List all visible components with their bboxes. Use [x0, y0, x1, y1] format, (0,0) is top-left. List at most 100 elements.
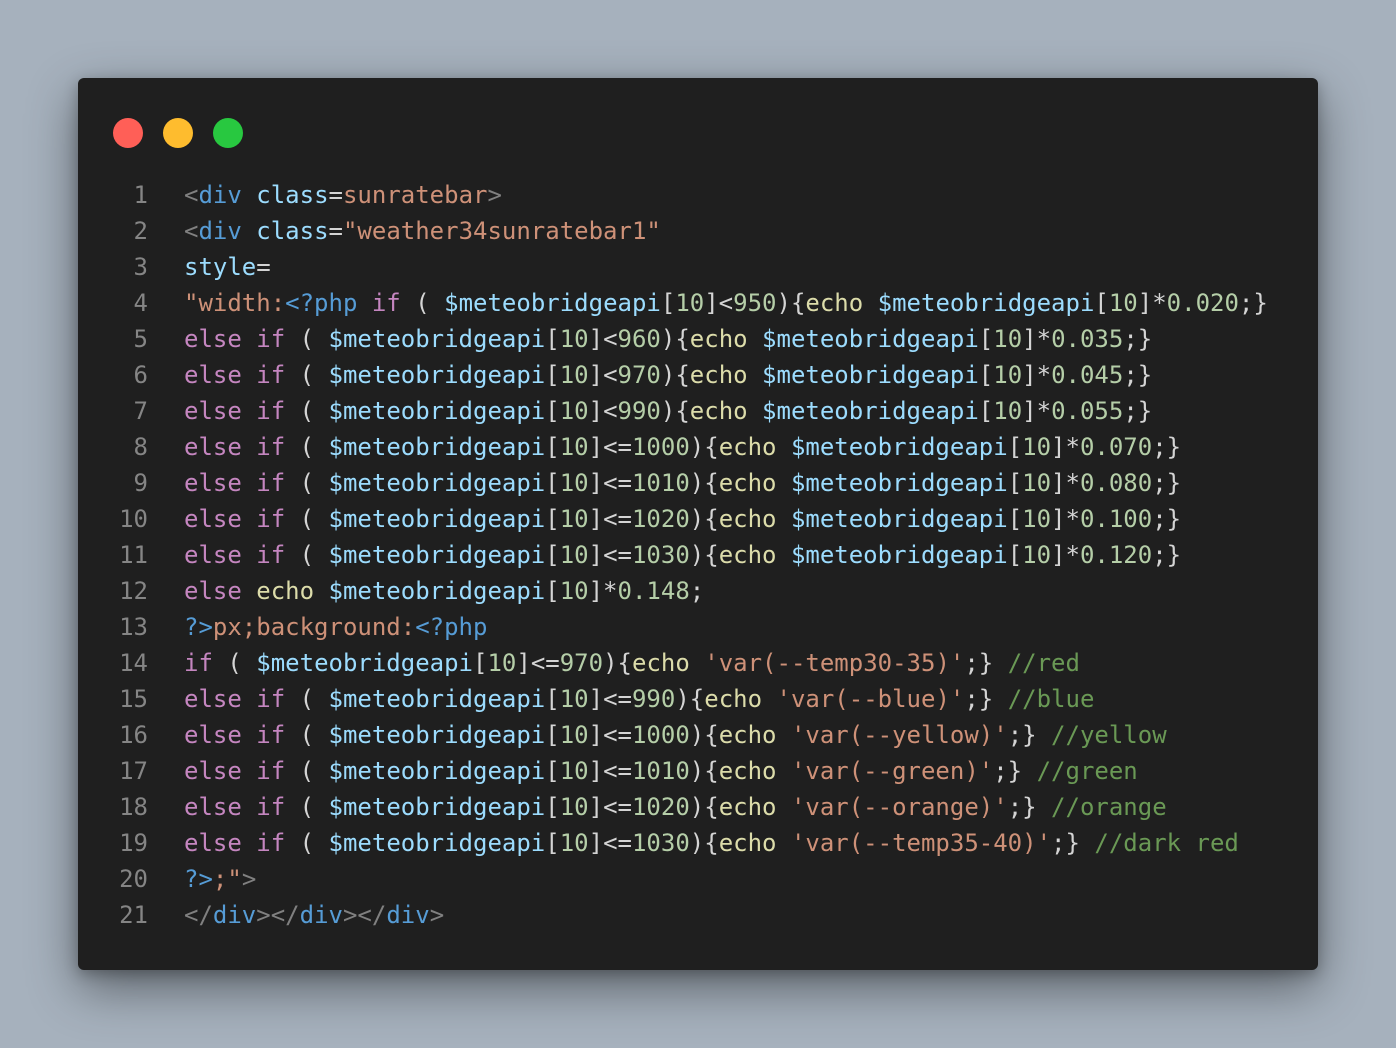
code-token: class	[256, 181, 329, 209]
code-token: ;}	[964, 685, 1008, 713]
code-token: $meteobridgeapi	[328, 757, 546, 785]
line-code: else if ( $meteobridgeapi[10]<=1010){ech…	[184, 465, 1181, 501]
code-token: ){	[689, 505, 719, 533]
code-token: $meteobridgeapi	[762, 361, 979, 389]
code-token: ;}	[1152, 505, 1182, 533]
line-number: 10	[119, 505, 148, 533]
code-token: if	[256, 469, 286, 497]
line-number: 5	[133, 325, 148, 353]
code-token: $meteobridgeapi	[790, 541, 1008, 569]
code-line: 11 else if ( $meteobridgeapi[10]<=1030){e…	[78, 537, 1318, 573]
code-token: ]*	[1022, 397, 1052, 425]
code-token: if	[256, 397, 286, 425]
code-token: 0.070	[1079, 433, 1153, 461]
code-line: 12 else echo $meteobridgeapi[10]*0.148;	[78, 573, 1318, 609]
zoom-button[interactable]	[213, 118, 243, 148]
code-token: ){	[660, 397, 690, 425]
code-token: echo	[718, 505, 777, 533]
code-token: ;}	[1123, 397, 1153, 425]
code-token: ]<	[588, 325, 618, 353]
code-token: >	[487, 181, 502, 209]
code-token: =	[328, 181, 343, 209]
code-token: style	[184, 253, 257, 281]
code-editor: 1 <div class=sunratebar> 2 <div class="weat…	[78, 177, 1318, 933]
line-code: ?>;">	[184, 861, 256, 897]
line-code: ?>px;background:<?php	[184, 609, 487, 645]
code-token: //green	[1036, 757, 1138, 785]
line-number: 8	[133, 433, 148, 461]
code-token: 10	[993, 361, 1023, 389]
code-token: else	[184, 793, 242, 821]
code-token: else	[184, 577, 242, 605]
minimize-button[interactable]	[163, 118, 193, 148]
code-token: (	[285, 433, 329, 461]
code-token: ]*	[1051, 541, 1080, 569]
code-token: ){	[689, 829, 719, 857]
code-token: echo	[704, 685, 763, 713]
code-token: $meteobridgeapi	[762, 397, 979, 425]
code-token: (	[285, 361, 329, 389]
code-token: ]<=	[588, 505, 632, 533]
code-token: $meteobridgeapi	[328, 793, 546, 821]
code-token: $meteobridgeapi	[328, 577, 546, 605]
code-token: else	[184, 469, 242, 497]
code-token: echo	[632, 649, 690, 677]
code-token: =	[256, 253, 271, 281]
code-token: 970	[559, 649, 604, 677]
line-code: "width:<?php if ( $meteobridgeapi[10]<95…	[184, 285, 1268, 321]
code-token: if	[256, 721, 286, 749]
code-token: ]<=	[516, 649, 560, 677]
code-token: ;}	[1123, 361, 1153, 389]
code-token: 10	[559, 469, 589, 497]
code-token: $meteobridgeapi	[328, 829, 546, 857]
code-token: ]*	[1022, 361, 1052, 389]
close-button[interactable]	[113, 118, 143, 148]
code-token: if	[256, 793, 286, 821]
code-token: $meteobridgeapi	[328, 505, 546, 533]
line-code: else if ( $meteobridgeapi[10]<=1030){ech…	[184, 825, 1239, 861]
code-token: 0.148	[617, 577, 690, 605]
code-token: 10	[559, 397, 589, 425]
code-token: echo	[718, 829, 777, 857]
code-token: ){	[689, 721, 719, 749]
line-code: else if ( $meteobridgeapi[10]<=1030){ech…	[184, 537, 1181, 573]
code-token: //yellow	[1051, 721, 1167, 749]
code-token: ;}	[1152, 433, 1182, 461]
line-code: else if ( $meteobridgeapi[10]<=1010){ech…	[184, 753, 1138, 789]
code-token: $meteobridgeapi	[877, 289, 1095, 317]
code-token: "width:	[184, 289, 286, 317]
line-code: else if ( $meteobridgeapi[10]<970){echo …	[184, 357, 1152, 393]
code-token: 'var(--green)'	[790, 757, 994, 785]
code-token: [	[660, 289, 676, 317]
code-token: <	[184, 181, 199, 209]
code-token: if	[256, 757, 286, 785]
code-token: class	[256, 217, 329, 245]
code-token: ;}	[1123, 325, 1153, 353]
code-token: [	[545, 541, 560, 569]
code-token: =	[328, 217, 343, 245]
code-token: 1010	[631, 469, 690, 497]
code-token: else	[184, 433, 242, 461]
code-token: ){	[689, 793, 719, 821]
code-token: 0.045	[1051, 361, 1124, 389]
code-token: //orange	[1051, 793, 1167, 821]
code-token: ){	[689, 541, 719, 569]
code-line: 8 else if ( $meteobridgeapi[10]<=1000){ec…	[78, 429, 1318, 465]
code-token: ){	[689, 757, 719, 785]
code-token: [	[545, 757, 560, 785]
code-token: echo	[718, 757, 777, 785]
code-token: 10	[559, 757, 589, 785]
code-line: 7 else if ( $meteobridgeapi[10]<990){echo…	[78, 393, 1318, 429]
line-number: 2	[133, 217, 148, 245]
code-token: div	[386, 901, 430, 929]
line-number: 20	[119, 865, 148, 893]
code-token: 10	[487, 649, 517, 677]
